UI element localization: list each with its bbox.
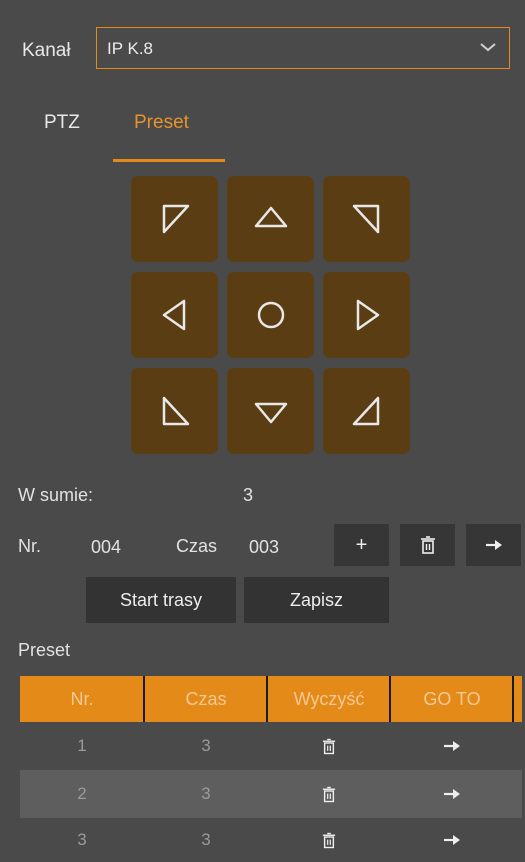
- arrow-up-left-icon: [162, 204, 189, 234]
- delete-preset-button[interactable]: [400, 524, 455, 566]
- add-preset-button[interactable]: +: [334, 524, 389, 566]
- plus-icon: +: [355, 533, 368, 556]
- nr-label: Nr.: [18, 536, 42, 556]
- row-czas: 3: [201, 736, 211, 755]
- channel-value: IP K.8: [107, 39, 153, 58]
- row-goto-button[interactable]: [391, 722, 513, 770]
- arrow-right-icon: [485, 540, 502, 550]
- trash-icon: [322, 738, 336, 754]
- arrow-right-icon: [444, 835, 460, 845]
- ptz-center-button[interactable]: [227, 272, 314, 358]
- tab-ptz[interactable]: PTZ: [44, 112, 80, 134]
- summary-label: W sumie:: [18, 485, 94, 505]
- trash-icon: [322, 786, 336, 802]
- ptz-left-button[interactable]: [131, 272, 218, 358]
- column-header-clear: Wyczyść: [293, 689, 365, 709]
- tab-preset[interactable]: Preset: [134, 112, 189, 134]
- row-czas: 3: [201, 830, 211, 849]
- ptz-up-button[interactable]: [227, 176, 314, 262]
- arrow-left-icon: [162, 299, 185, 331]
- trash-icon: [322, 832, 336, 848]
- channel-label: Kanał: [22, 40, 71, 61]
- row-clear-button[interactable]: [268, 818, 390, 862]
- preset-section-title: Preset: [18, 640, 71, 660]
- goto-preset-button[interactable]: [466, 524, 521, 566]
- chevron-down-icon: [480, 43, 496, 52]
- trash-icon: [420, 536, 435, 554]
- czas-label: Czas: [176, 536, 218, 556]
- start-tour-button[interactable]: Start trasy: [86, 577, 236, 623]
- column-header-czas: Czas: [185, 689, 227, 709]
- circle-icon: [257, 301, 284, 329]
- arrow-down-left-icon: [162, 396, 189, 426]
- arrow-down-icon: [254, 402, 287, 424]
- active-tab-indicator: [113, 159, 225, 162]
- channel-select[interactable]: IP K.8: [96, 27, 510, 69]
- column-header-nr: Nr.: [70, 689, 94, 709]
- summary-value: 3: [243, 485, 254, 505]
- save-button[interactable]: Zapisz: [244, 577, 389, 623]
- row-goto-button[interactable]: [391, 770, 513, 818]
- arrow-right-icon: [444, 789, 460, 799]
- ptz-up-right-button[interactable]: [323, 176, 410, 262]
- column-divider: [512, 676, 514, 722]
- table-row: 3 3: [20, 818, 522, 855]
- row-nr: 1: [77, 736, 87, 755]
- column-header-goto: GO TO: [423, 689, 481, 709]
- nr-field[interactable]: 004: [91, 537, 121, 558]
- ptz-down-right-button[interactable]: [323, 368, 410, 454]
- ptz-up-left-button[interactable]: [131, 176, 218, 262]
- row-clear-button[interactable]: [268, 770, 390, 818]
- arrow-up-icon: [254, 206, 287, 228]
- arrow-down-right-icon: [352, 396, 379, 426]
- row-czas: 3: [201, 784, 211, 803]
- preset-table-header: Nr. Czas Wyczyść GO TO: [20, 676, 522, 722]
- ptz-down-left-button[interactable]: [131, 368, 218, 454]
- table-row: 2 3: [20, 770, 522, 818]
- table-row: 1 3: [20, 722, 522, 770]
- row-goto-button[interactable]: [391, 818, 513, 862]
- row-nr: 2: [77, 784, 87, 803]
- arrow-right-icon: [444, 741, 460, 751]
- ptz-down-button[interactable]: [227, 368, 314, 454]
- arrow-up-right-icon: [352, 204, 379, 234]
- ptz-right-button[interactable]: [323, 272, 410, 358]
- czas-field[interactable]: 003: [249, 537, 279, 558]
- row-nr: 3: [77, 830, 87, 849]
- row-clear-button[interactable]: [268, 722, 390, 770]
- arrow-right-icon: [356, 299, 379, 331]
